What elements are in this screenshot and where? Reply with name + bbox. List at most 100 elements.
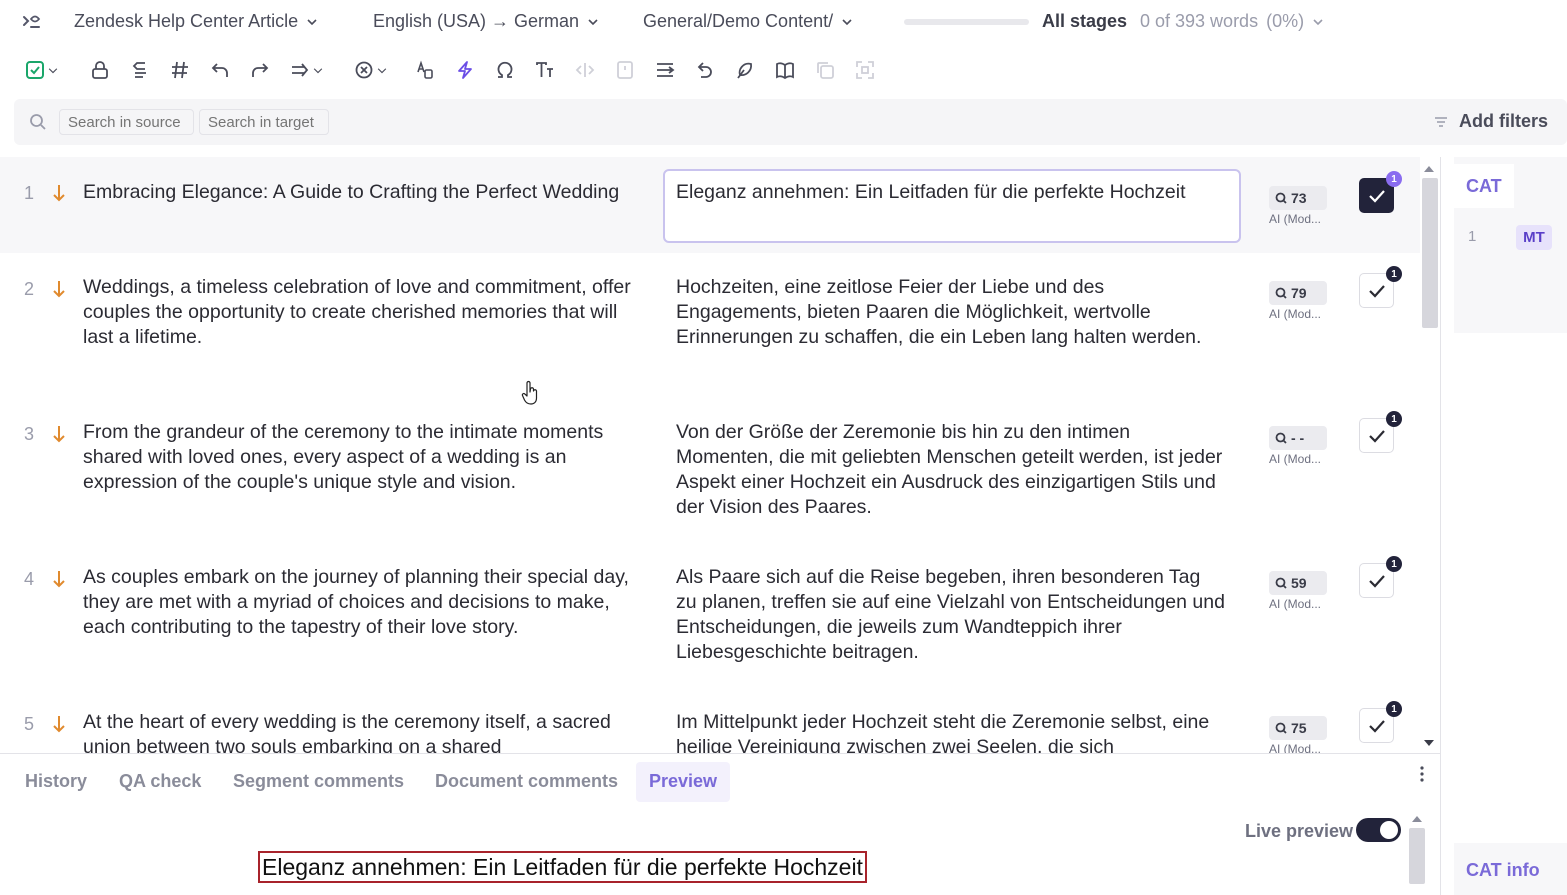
target-text[interactable]: Eleganz annehmen: Ein Leitfaden für die … — [676, 180, 1226, 205]
checkmark-icon — [1368, 284, 1385, 298]
add-filters-button[interactable]: Add filters — [1433, 111, 1548, 132]
join-icon — [292, 63, 309, 77]
segment-number: 5 — [24, 714, 35, 734]
checkmark-icon — [1368, 429, 1385, 443]
stages-label[interactable]: All stages — [1042, 11, 1127, 32]
quality-score-badge: 73 — [1269, 186, 1327, 210]
language-pair-dropdown[interactable]: English (USA) → German — [373, 11, 599, 32]
folder-dropdown[interactable]: General/Demo Content/ — [643, 11, 853, 32]
more-options-icon[interactable] — [1419, 765, 1425, 783]
search-target-input[interactable] — [199, 109, 329, 135]
origin-label: AI (Mod... — [1269, 307, 1322, 321]
filter-icon — [1434, 116, 1447, 127]
clear-button[interactable] — [353, 58, 389, 82]
tab-history[interactable]: History — [12, 762, 100, 802]
chevron-down-icon — [307, 18, 317, 25]
chevron-down-icon — [1313, 18, 1323, 25]
split-button[interactable] — [614, 58, 636, 82]
target-text[interactable]: Von der Größe der Zeremonie bis hin zu d… — [676, 420, 1226, 520]
confirm-button[interactable] — [24, 58, 60, 82]
tab-preview[interactable]: Preview — [636, 762, 731, 802]
stamp-button[interactable] — [734, 58, 756, 82]
glossary-button[interactable] — [774, 58, 796, 82]
source-text: At the heart of every wedding is the cer… — [83, 711, 611, 753]
target-text[interactable]: Als Paare sich auf die Reise begeben, ih… — [676, 565, 1226, 665]
segment-number: 1 — [24, 183, 35, 203]
tab-document-comments[interactable]: Document comments — [422, 762, 631, 802]
copy-button[interactable] — [814, 58, 836, 82]
live-preview-toggle[interactable] — [1356, 818, 1401, 842]
q-icon — [1275, 722, 1287, 734]
tab-qa-check[interactable]: QA check — [106, 762, 214, 802]
chevron-down-icon — [588, 18, 598, 25]
preview-scrollbar[interactable] — [1408, 810, 1426, 895]
q-icon — [1275, 192, 1287, 204]
quality-score-badge: - - — [1269, 426, 1327, 450]
cat-info-button[interactable]: CAT info — [1454, 843, 1567, 895]
source-text: Embracing Elegance: A Guide to Crafting … — [83, 181, 620, 203]
confirm-segment-button[interactable]: 1 — [1359, 171, 1402, 213]
source-text: From the grandeur of the ceremony to the… — [83, 421, 604, 493]
quality-score: 73 — [1291, 190, 1307, 206]
app-logo-icon[interactable] — [20, 11, 42, 33]
mt-badge[interactable]: MT — [1516, 225, 1552, 250]
scrollbar-thumb[interactable] — [1409, 828, 1425, 884]
segment-row[interactable]: 4 As couples embark on the journey of pl… — [0, 543, 1420, 688]
segment-row[interactable]: 3 From the grandeur of the ceremony to t… — [0, 398, 1420, 543]
quality-score: 59 — [1291, 575, 1307, 591]
confirm-segment-button[interactable]: 1 — [1359, 556, 1402, 598]
origin-label: AI (Mod... — [1269, 597, 1322, 611]
join-button[interactable] — [289, 58, 325, 82]
word-count-dropdown[interactable]: 0 of 393 words (0%) — [1140, 11, 1324, 32]
segment-row[interactable]: 1 Embracing Elegance: A Guide to Craftin… — [0, 157, 1420, 253]
tags-icon — [172, 61, 188, 79]
confirm-segment-button[interactable]: 1 — [1359, 701, 1402, 743]
scroll-down-icon[interactable] — [1424, 740, 1434, 746]
case-button[interactable] — [414, 58, 436, 82]
copy-icon — [817, 62, 834, 79]
arrow-down-icon — [53, 571, 65, 588]
expand-button[interactable] — [854, 58, 876, 82]
count-badge: 1 — [1386, 171, 1402, 187]
q-icon — [1275, 287, 1287, 299]
redo-button[interactable] — [249, 58, 271, 82]
text-size-button[interactable] — [534, 58, 556, 82]
tab-cat[interactable]: CAT — [1454, 164, 1514, 208]
quality-score: 75 — [1291, 720, 1307, 736]
hand-cursor-icon — [521, 380, 538, 405]
scroll-up-icon[interactable] — [1412, 816, 1422, 822]
search-icon — [30, 114, 46, 130]
sort-button[interactable] — [654, 58, 676, 82]
undo-button[interactable] — [209, 58, 231, 82]
project-dropdown[interactable]: Zendesk Help Center Article — [74, 11, 318, 32]
copy-source-button[interactable] — [129, 58, 151, 82]
quality-score-badge: 59 — [1269, 571, 1327, 595]
revert-button[interactable] — [694, 58, 716, 82]
segment-row[interactable]: 5 At the heart of every wedding is the c… — [0, 688, 1420, 753]
grid-scrollbar[interactable] — [1420, 162, 1438, 750]
tab-segment-comments[interactable]: Segment comments — [220, 762, 417, 802]
confirm-segment-button[interactable]: 1 — [1359, 411, 1402, 453]
scrollbar-thumb[interactable] — [1422, 178, 1438, 328]
lock-button[interactable] — [89, 58, 111, 82]
top-bar: Zendesk Help Center Article English (USA… — [0, 0, 1567, 46]
scroll-up-icon[interactable] — [1424, 166, 1434, 172]
quality-score-badge: 79 — [1269, 281, 1327, 305]
ai-button[interactable] — [454, 58, 476, 82]
arrow-down-icon — [53, 716, 65, 733]
confirm-segment-button[interactable]: 1 — [1359, 266, 1402, 308]
language-pair-label: English (USA) → German — [373, 11, 580, 31]
code-button[interactable] — [574, 58, 596, 82]
target-text[interactable]: Hochzeiten, eine zeitlose Feier der Lieb… — [676, 275, 1226, 350]
tags-button[interactable] — [169, 58, 191, 82]
target-text[interactable]: Im Mittelpunkt jeder Hochzeit steht die … — [676, 710, 1226, 753]
revert-icon — [697, 62, 712, 78]
source-text: Weddings, a timeless celebration of love… — [83, 276, 631, 348]
special-chars-button[interactable] — [494, 58, 516, 82]
bottom-tabs: History QA check Segment comments Docume… — [0, 762, 1440, 802]
text-size-icon — [536, 62, 553, 77]
segment-row[interactable]: 2 Weddings, a timeless celebration of lo… — [0, 253, 1420, 398]
search-source-input[interactable] — [59, 109, 194, 135]
folder-label: General/Demo Content/ — [643, 11, 834, 31]
count-badge: 1 — [1386, 701, 1402, 717]
